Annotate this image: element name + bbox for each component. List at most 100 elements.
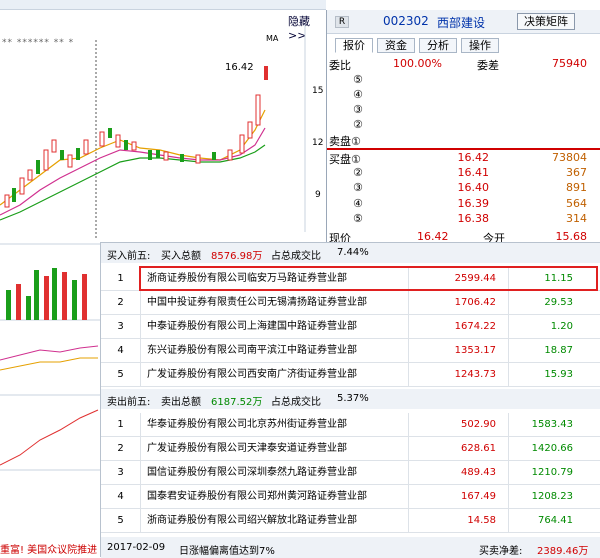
table-row[interactable]: 2 中国中投证券有限责任公司无锡清扬路证券营业部 1706.42 29.53 — [101, 291, 600, 315]
sell-ratio-value: 5.37% — [337, 393, 369, 404]
volume-bars — [6, 268, 87, 320]
broker-name-cell: 中国中投证券有限责任公司无锡清扬路证券营业部 — [141, 291, 409, 315]
table-row[interactable]: 3 国信证券股份有限公司深圳泰然九路证券营业部 489.43 1210.79 — [101, 461, 600, 485]
indicator-line — [0, 409, 99, 466]
weicha-value: 75940 — [552, 57, 587, 70]
popup-footer: 2017-02-09 日涨幅偏离值达到7% 买卖净差: 2389.46万 — [101, 537, 600, 558]
rank-cell: 1 — [101, 267, 141, 291]
stock-code: 002302 — [383, 14, 429, 28]
buy-level-5: ⑤ 16.38 314 — [327, 211, 600, 227]
bid-price: 16.40 — [457, 181, 490, 194]
level-label: ③ — [353, 181, 363, 194]
weibi-label: 委比 — [329, 59, 351, 72]
quote-panel: R 002302 西部建设 决策矩阵 报价 资金 分析 操作 委比 100.00… — [326, 10, 600, 245]
news-ticker[interactable]: 重富! 美国众议院推进 — [0, 541, 98, 556]
table-row[interactable]: 1 华泰证券股份有限公司北京苏州街证券营业部 502.90 1583.43 — [101, 413, 600, 437]
buy-level-2: ② 16.41 367 — [327, 165, 600, 181]
buy-ratio-label: 占总成交比 — [271, 251, 321, 262]
sell-level-2: ② — [327, 117, 600, 133]
bid-price: 16.41 — [457, 166, 490, 179]
net-diff-value: 2389.46万 — [537, 546, 589, 557]
tab-funds[interactable]: 资金 — [377, 38, 415, 53]
buy-summary: 买入前五: 买入总额 8576.98万 占总成交比 7.44% — [101, 243, 600, 263]
highlight-box — [139, 266, 598, 291]
rank-cell: 5 — [101, 363, 141, 387]
broker-name-cell: 广发证券股份有限公司西安南广济街证券营业部 — [141, 363, 409, 387]
amount-cell: 628.61 — [409, 437, 509, 461]
ratio-cell: 29.53 — [544, 297, 573, 308]
table-row[interactable]: 2 广发证券股份有限公司天津泰安道证券营业部 628.61 1420.66 — [101, 437, 600, 461]
buy-total-label: 买入总额 — [161, 251, 201, 262]
level-label: ③ — [353, 103, 363, 116]
amount-cell: 489.43 — [409, 461, 509, 485]
ratio-cell: 1210.79 — [531, 467, 573, 478]
sell-level-3: ③ — [327, 102, 600, 118]
sell-total-value: 6187.52万 — [211, 397, 263, 408]
table-row[interactable]: 5 广发证券股份有限公司西安南广济街证券营业部 1243.73 15.93 — [101, 363, 600, 387]
broker-name-cell: 华泰证券股份有限公司北京苏州街证券营业部 — [141, 413, 409, 437]
decision-matrix-button[interactable]: 决策矩阵 — [517, 13, 575, 30]
amount-cell: 1243.73 — [409, 363, 509, 387]
broker-name-cell: 浙商证券股份有限公司绍兴解放北路证券营业部 — [141, 509, 409, 533]
buy-ratio-value: 7.44% — [337, 247, 369, 258]
level-label: 卖盘① — [329, 135, 361, 148]
stock-name: 西部建设 — [437, 16, 486, 30]
sell-total-label: 卖出总额 — [161, 397, 201, 408]
level-label: ⑤ — [353, 212, 363, 225]
footer-reason: 日涨幅偏离值达到7% — [179, 546, 275, 557]
rank-cell: 2 — [101, 291, 141, 315]
bid-volume: 367 — [566, 166, 587, 179]
weicha-label: 委差 — [477, 59, 499, 72]
sell-summary: 卖出前五: 卖出总额 6187.52万 占总成交比 5.37% — [101, 389, 600, 409]
rank-cell: 5 — [101, 509, 141, 533]
tab-operation[interactable]: 操作 — [461, 38, 499, 53]
table-row[interactable]: 4 东兴证券股份有限公司南平滨江中路证券营业部 1353.17 18.87 — [101, 339, 600, 363]
bid-volume: 73804 — [552, 151, 587, 164]
amount-cell: 1353.17 — [409, 339, 509, 363]
level-label: ⑤ — [353, 73, 363, 86]
table-row[interactable]: 5 浙商证券股份有限公司绍兴解放北路证券营业部 14.58 764.41 — [101, 509, 600, 533]
buy-level-1: 买盘① 16.42 73804 — [327, 150, 600, 166]
rank-cell: 4 — [101, 339, 141, 363]
broker-name-cell: 中泰证券股份有限公司上海建国中路证券营业部 — [141, 315, 409, 339]
ratio-cell: 18.87 — [544, 345, 573, 356]
weibi-value: 100.00% — [393, 57, 442, 70]
rank-cell: 4 — [101, 485, 141, 509]
ma20-line — [0, 144, 266, 221]
table-row[interactable]: 4 国泰君安证券股份有限公司郑州黄河路证券营业部 167.49 1208.23 — [101, 485, 600, 509]
ratio-cell: 764.41 — [538, 515, 573, 526]
top-traders-popup: 买入前五: 买入总额 8576.98万 占总成交比 7.44% 1 浙商证券股份… — [100, 242, 600, 558]
net-diff-label: 买卖净差: — [479, 546, 523, 557]
rank-cell: 3 — [101, 461, 141, 485]
tab-analysis[interactable]: 分析 — [419, 38, 457, 53]
bid-price: 16.39 — [457, 197, 490, 210]
r-badge: R — [335, 16, 349, 28]
broker-name-cell: 东兴证券股份有限公司南平滨江中路证券营业部 — [141, 339, 409, 363]
bid-volume: 314 — [566, 212, 587, 225]
sell-level-4: ④ — [327, 87, 600, 103]
buy-level-3: ③ 16.40 891 — [327, 180, 600, 196]
sell-ratio-label: 占总成交比 — [271, 397, 321, 408]
ratio-cell: 1583.43 — [531, 419, 573, 430]
sell-level-1: 卖盘① — [327, 132, 600, 148]
bid-price: 16.42 — [457, 151, 490, 164]
broker-name-cell: 国泰君安证券股份有限公司郑州黄河路证券营业部 — [141, 485, 409, 509]
bid-volume: 564 — [566, 197, 587, 210]
buy-level-4: ④ 16.39 564 — [327, 196, 600, 212]
bid-price: 16.38 — [457, 212, 490, 225]
amount-cell: 167.49 — [409, 485, 509, 509]
level-label: ④ — [353, 88, 363, 101]
buy-summary-title: 买入前五: — [107, 251, 151, 262]
candlesticks — [4, 66, 268, 208]
level-label: ② — [353, 166, 363, 179]
indicator-line — [0, 357, 98, 371]
table-row[interactable]: 3 中泰证券股份有限公司上海建国中路证券营业部 1674.22 1.20 — [101, 315, 600, 339]
rank-cell: 3 — [101, 315, 141, 339]
rank-cell: 1 — [101, 413, 141, 437]
bid-volume: 891 — [566, 181, 587, 194]
tab-quote[interactable]: 报价 — [335, 38, 373, 53]
sell-level-5: ⑤ — [327, 72, 600, 88]
ratio-cell: 15.93 — [544, 369, 573, 380]
level-label: ④ — [353, 197, 363, 210]
broker-name-cell: 国信证券股份有限公司深圳泰然九路证券营业部 — [141, 461, 409, 485]
